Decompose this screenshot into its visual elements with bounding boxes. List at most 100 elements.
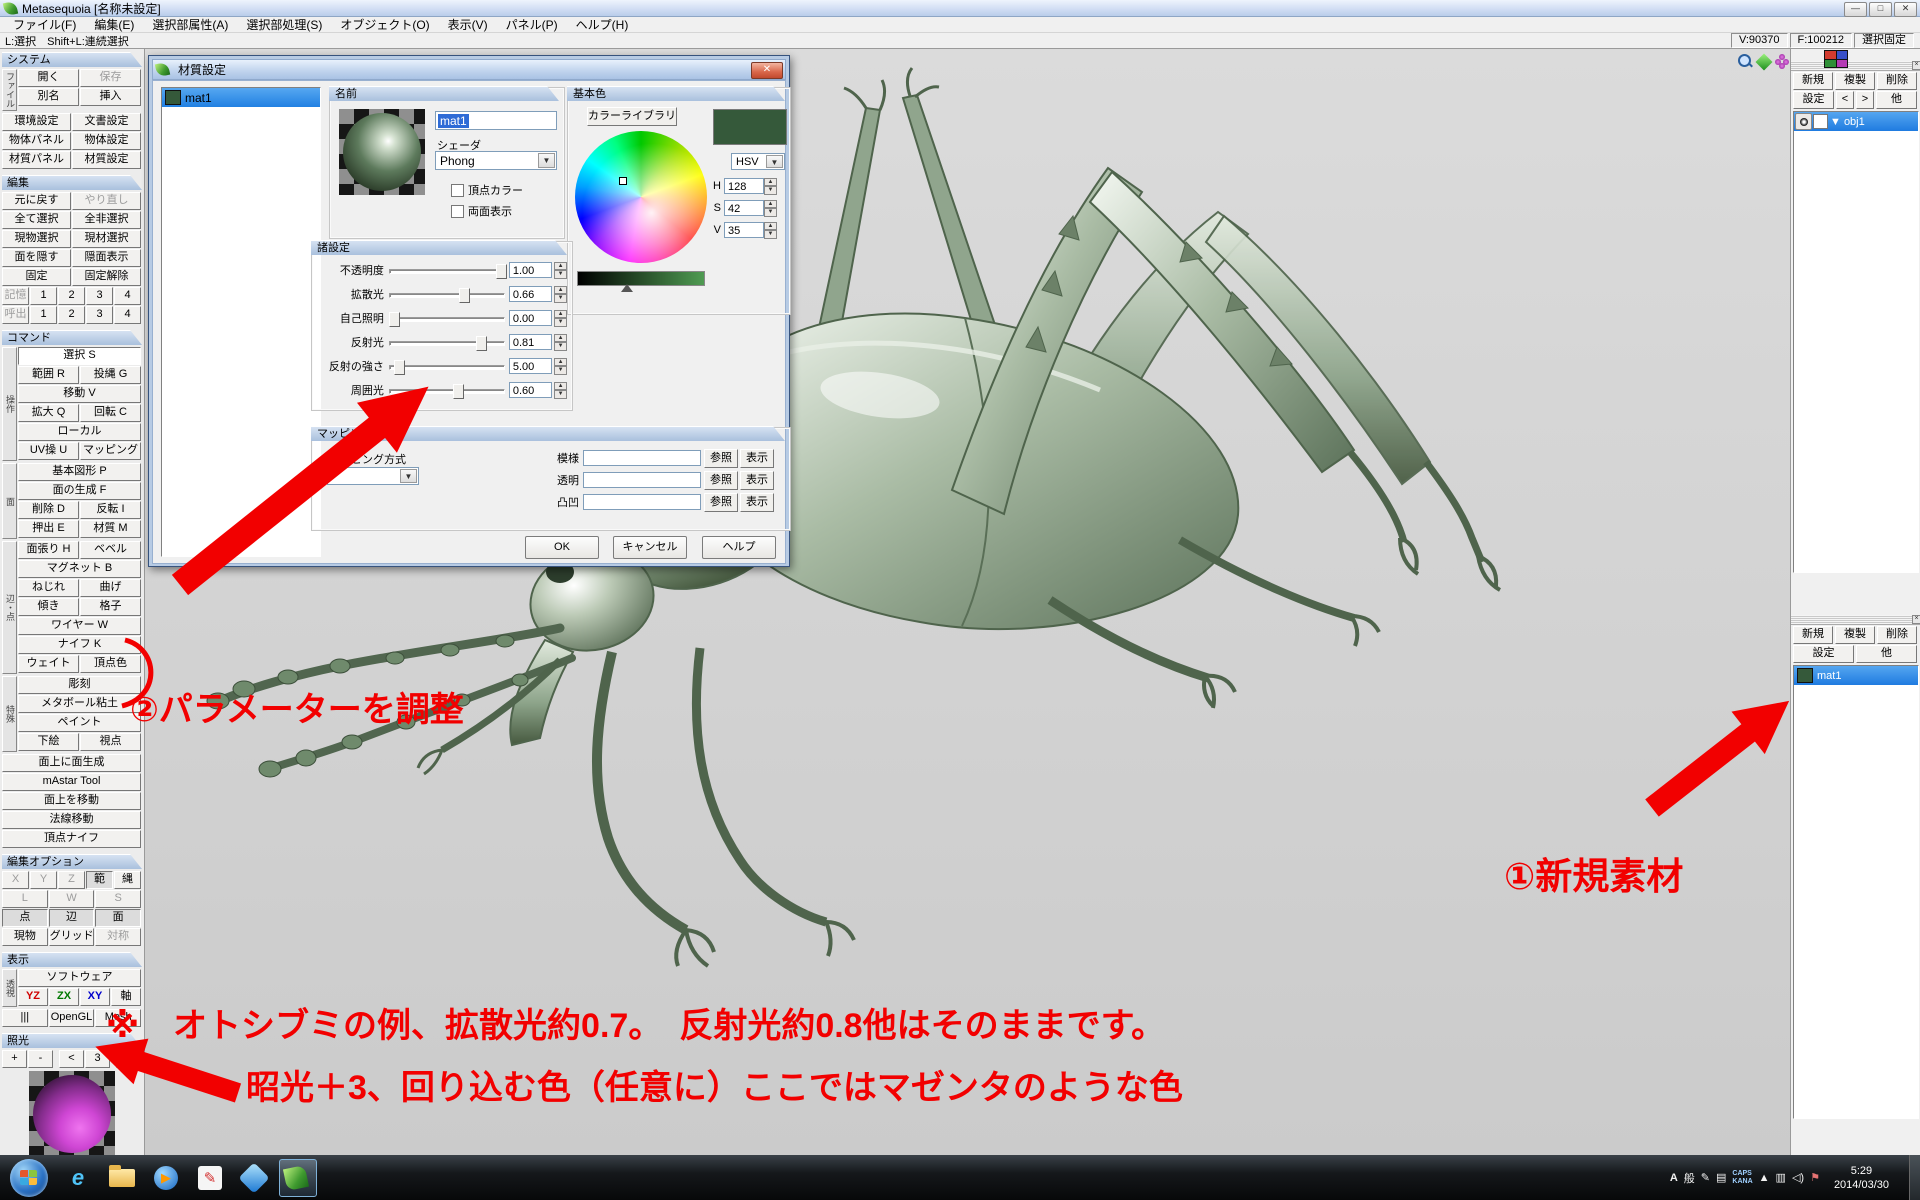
menu-item-7[interactable]: ヘルプ(H) bbox=[567, 17, 638, 33]
sidebar-button[interactable]: ワイヤー W bbox=[18, 617, 141, 635]
sidebar-button[interactable]: 下絵 bbox=[18, 733, 79, 751]
diffuse-spinner[interactable]: ▲▼ bbox=[554, 286, 567, 303]
material-panel-dragbar[interactable]: × bbox=[1791, 615, 1920, 625]
sidebar-button[interactable]: 選択 S bbox=[18, 347, 141, 365]
light-index[interactable]: 3 bbox=[85, 1050, 110, 1068]
pattern-browse-button[interactable]: 参照 bbox=[704, 449, 738, 468]
sidebar-button[interactable]: 全て選択 bbox=[2, 211, 71, 229]
object-other-button[interactable]: 他 bbox=[1876, 91, 1917, 109]
value-spinner[interactable]: ▲▼ bbox=[764, 222, 777, 239]
sidebar-button[interactable]: 4 bbox=[114, 306, 141, 324]
volume-icon[interactable]: ◁) bbox=[1792, 1171, 1804, 1184]
sidebar-button[interactable]: 削除 D bbox=[18, 501, 79, 519]
bump-browse-button[interactable]: 参照 bbox=[704, 493, 738, 512]
object-duplicate-button[interactable]: 複製 bbox=[1835, 72, 1875, 90]
sidebar-button[interactable]: 拡大 Q bbox=[18, 404, 79, 422]
ime-pen-icon[interactable]: ✎ bbox=[1701, 1171, 1710, 1184]
show-desktop-button[interactable] bbox=[1909, 1155, 1920, 1200]
sidebar-button[interactable]: 範 bbox=[86, 871, 113, 889]
sidebar-button[interactable]: 視点 bbox=[80, 733, 141, 751]
saturation-spinner[interactable]: ▲▼ bbox=[764, 200, 777, 217]
opacity-slider-thumb[interactable] bbox=[496, 264, 507, 279]
light-add-button[interactable]: + bbox=[2, 1050, 27, 1068]
menu-item-6[interactable]: パネル(P) bbox=[497, 17, 567, 33]
value-input[interactable]: 35 bbox=[724, 222, 764, 238]
sidebar-button[interactable]: 固定 bbox=[2, 268, 71, 286]
sidebar-button[interactable]: 材質設定 bbox=[72, 151, 141, 169]
sidebar-button[interactable]: 全非選択 bbox=[72, 211, 141, 229]
sidebar-button[interactable]: 2 bbox=[58, 306, 85, 324]
color-mode-select[interactable]: HSV ▼ bbox=[731, 153, 785, 170]
visibility-eye-icon[interactable] bbox=[1795, 113, 1812, 130]
ambient-value[interactable]: 0.60 bbox=[509, 382, 552, 398]
material-settings-button[interactable]: 設定 bbox=[1793, 645, 1854, 663]
diffuse-value[interactable]: 0.66 bbox=[509, 286, 552, 302]
sidebar-button[interactable]: 辺 bbox=[49, 909, 95, 927]
menu-item-1[interactable]: 編集(E) bbox=[85, 17, 143, 33]
minimize-button[interactable]: — bbox=[1844, 2, 1867, 17]
specular-value[interactable]: 0.81 bbox=[509, 334, 552, 350]
sidebar-button[interactable]: mAstar Tool bbox=[2, 773, 141, 791]
self-illum-value[interactable]: 0.00 bbox=[509, 310, 552, 326]
opacity-spinner[interactable]: ▲▼ bbox=[554, 262, 567, 279]
sidebar-button[interactable]: 頂点ナイフ bbox=[2, 830, 141, 848]
ime-mode-icon[interactable]: 般 bbox=[1684, 1170, 1695, 1186]
sidebar-button[interactable]: 文書設定 bbox=[72, 113, 141, 131]
sidebar-button[interactable]: 隠面表示 bbox=[72, 249, 141, 267]
sidebar-button[interactable]: マッピング bbox=[80, 442, 141, 460]
taskbar-editor-icon[interactable]: ✎ bbox=[191, 1159, 229, 1197]
self-illum-slider[interactable] bbox=[389, 311, 505, 326]
pattern-map-input[interactable] bbox=[583, 450, 701, 466]
spec-power-slider-thumb[interactable] bbox=[394, 360, 405, 375]
color-library-button[interactable]: カラーライブラリ bbox=[587, 107, 677, 126]
opacity-slider[interactable] bbox=[389, 263, 505, 278]
ambient-slider-thumb[interactable] bbox=[453, 384, 464, 399]
transparent-browse-button[interactable]: 参照 bbox=[704, 471, 738, 490]
window-titlebar[interactable]: Metasequoia [名称未設定] — □ ✕ bbox=[0, 0, 1920, 17]
sidebar-button[interactable]: ペイント bbox=[18, 714, 141, 732]
menu-item-3[interactable]: 選択部処理(S) bbox=[237, 17, 331, 33]
ok-button[interactable]: OK bbox=[525, 536, 599, 559]
sidebar-button[interactable]: 1 bbox=[30, 306, 57, 324]
dialog-material-item[interactable]: mat1 bbox=[162, 88, 320, 107]
dialog-titlebar[interactable]: 材質設定 ✕ bbox=[152, 59, 786, 80]
tray-expand-icon[interactable]: ▲ bbox=[1759, 1172, 1770, 1184]
axis-grid-icon[interactable] bbox=[1824, 50, 1848, 68]
object-prev-button[interactable]: < bbox=[1836, 91, 1854, 109]
sidebar-button[interactable]: ベベル bbox=[80, 541, 141, 559]
saturation-input[interactable]: 42 bbox=[724, 200, 764, 216]
hue-spinner[interactable]: ▲▼ bbox=[764, 178, 777, 195]
object-new-button[interactable]: 新規 bbox=[1793, 72, 1833, 90]
maximize-button[interactable]: □ bbox=[1869, 2, 1892, 17]
sidebar-button[interactable]: 面の生成 F bbox=[18, 482, 141, 500]
sidebar-button[interactable]: 格子 bbox=[80, 598, 141, 616]
cancel-button[interactable]: キャンセル bbox=[613, 536, 687, 559]
sidebar-button[interactable]: グリッド bbox=[49, 928, 95, 946]
start-button[interactable] bbox=[10, 1159, 48, 1197]
menu-item-2[interactable]: 選択部属性(A) bbox=[143, 17, 237, 33]
object-panel-dragbar[interactable]: × bbox=[1791, 61, 1920, 71]
material-new-button[interactable]: 新規 bbox=[1793, 626, 1833, 644]
taskbar-explorer-icon[interactable] bbox=[103, 1159, 141, 1197]
material-other-button[interactable]: 他 bbox=[1856, 645, 1917, 663]
sidebar-button[interactable]: YZ bbox=[18, 988, 48, 1006]
diffuse-slider-thumb[interactable] bbox=[459, 288, 470, 303]
opacity-value[interactable]: 1.00 bbox=[509, 262, 552, 278]
spec-power-spinner[interactable]: ▲▼ bbox=[554, 358, 567, 375]
taskbar-metasequoia-icon[interactable] bbox=[279, 1159, 317, 1197]
object-delete-button[interactable]: 削除 bbox=[1877, 72, 1917, 90]
sidebar-button[interactable]: 面上を移動 bbox=[2, 792, 141, 810]
sidebar-button[interactable]: ZX bbox=[49, 988, 79, 1006]
chevron-down-icon[interactable]: ▼ bbox=[400, 469, 417, 483]
sidebar-button[interactable]: 投縄 G bbox=[80, 366, 141, 384]
sidebar-button[interactable]: 回転 C bbox=[80, 404, 141, 422]
material-panel-close-icon[interactable]: × bbox=[1912, 615, 1920, 624]
object-checkbox[interactable] bbox=[1813, 114, 1828, 129]
sidebar-button[interactable]: 範囲 R bbox=[18, 366, 79, 384]
sidebar-button[interactable]: 傾き bbox=[18, 598, 79, 616]
sidebar-button[interactable]: ねじれ bbox=[18, 579, 79, 597]
sidebar-button[interactable]: 挿入 bbox=[80, 88, 141, 106]
sidebar-button[interactable]: OpenGL bbox=[49, 1009, 95, 1027]
light-prev-button[interactable]: < bbox=[59, 1050, 84, 1068]
sidebar-button[interactable]: 現物 bbox=[2, 928, 48, 946]
